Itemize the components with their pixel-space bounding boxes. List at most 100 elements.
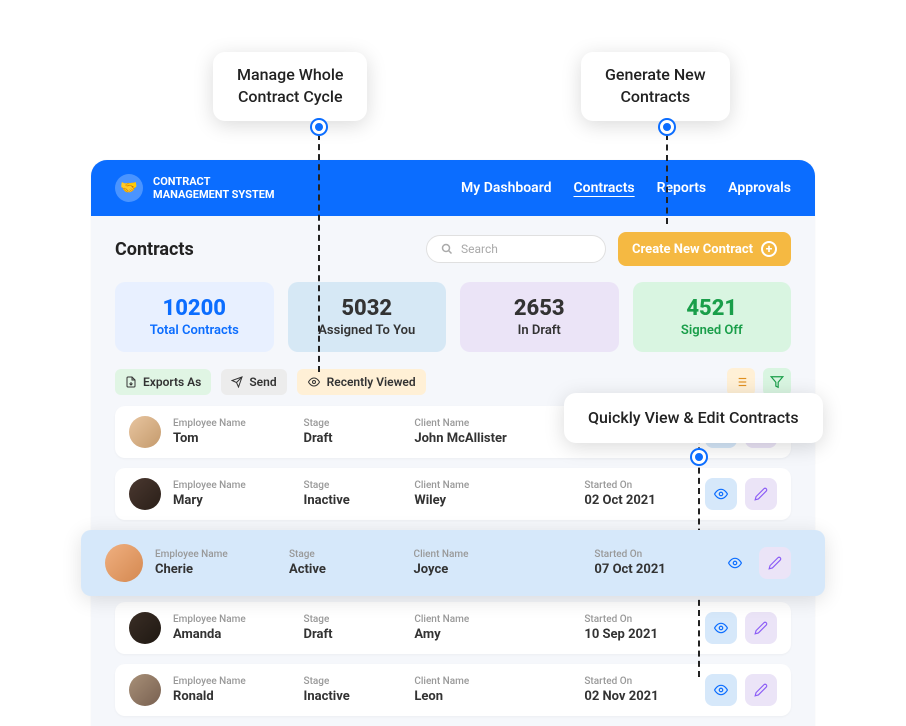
- col-label: Stage: [304, 614, 403, 625]
- col-label: Client Name: [414, 676, 572, 687]
- callout-connector: [666, 134, 668, 224]
- avatar: [105, 544, 143, 582]
- col-label: Employee Name: [173, 676, 292, 687]
- stat-assigned[interactable]: 5032 Assigned To You: [288, 282, 447, 352]
- col-label: Stage: [304, 676, 403, 687]
- callout-manage-cycle: Manage WholeContract Cycle: [213, 52, 367, 121]
- avatar: [129, 674, 161, 706]
- eye-icon: [713, 621, 729, 635]
- col-label: Client Name: [414, 614, 572, 625]
- started-date: 10 Sep 2021: [584, 627, 693, 642]
- col-label: Employee Name: [173, 418, 292, 429]
- search-input[interactable]: Search: [426, 235, 606, 263]
- client-name: Wiley: [414, 493, 572, 508]
- main-nav: My Dashboard Contracts Reports Approvals: [461, 180, 791, 196]
- col-label: Employee Name: [173, 480, 292, 491]
- page-title: Contracts: [115, 239, 194, 260]
- chip-label: Exports As: [143, 375, 201, 389]
- stat-label: Total Contracts: [123, 323, 266, 338]
- exports-button[interactable]: Exports As: [115, 369, 211, 395]
- nav-approvals[interactable]: Approvals: [728, 180, 791, 196]
- client-name: Leon: [414, 689, 572, 704]
- table-row-highlighted[interactable]: Employee NameCherie StageActive Client N…: [81, 530, 825, 596]
- brand-line1: CONTRACT: [153, 175, 275, 188]
- stat-in-draft[interactable]: 2653 In Draft: [460, 282, 619, 352]
- stage-value: Inactive: [304, 689, 403, 704]
- view-button[interactable]: [705, 612, 737, 644]
- col-label: Started On: [584, 480, 693, 491]
- table-row[interactable]: Employee NameMary StageInactive Client N…: [115, 468, 791, 520]
- export-icon: [125, 376, 137, 388]
- create-button-label: Create New Contract: [632, 242, 753, 257]
- stat-value: 4521: [641, 296, 784, 321]
- send-icon: [231, 376, 243, 388]
- eye-icon: [713, 487, 729, 501]
- col-label: Started On: [584, 614, 693, 625]
- nav-contracts[interactable]: Contracts: [574, 180, 635, 196]
- employee-name: Amanda: [173, 627, 292, 642]
- pencil-icon: [754, 683, 768, 697]
- table-row[interactable]: Employee Name Amanda Stage Draft Client Na…: [115, 602, 791, 654]
- client-name: John McAllister: [414, 431, 572, 446]
- stats-row: 10200 Total Contracts 5032 Assigned To Y…: [91, 274, 815, 368]
- col-label: Employee Name: [173, 614, 292, 625]
- callout-generate-new: Generate NewContracts: [581, 52, 730, 121]
- stat-total-contracts[interactable]: 10200 Total Contracts: [115, 282, 274, 352]
- col-label: Client Name: [414, 418, 572, 429]
- nav-dashboard[interactable]: My Dashboard: [461, 180, 551, 196]
- stat-value: 2653: [468, 296, 611, 321]
- eye-icon: [307, 376, 321, 388]
- edit-button[interactable]: [745, 478, 777, 510]
- callout-dot: [692, 450, 706, 464]
- create-contract-button[interactable]: Create New Contract +: [618, 232, 791, 266]
- edit-button[interactable]: [759, 547, 791, 579]
- plus-icon: +: [761, 241, 777, 257]
- stat-value: 10200: [123, 296, 266, 321]
- nav-reports[interactable]: Reports: [657, 180, 707, 196]
- stat-label: Assigned To You: [296, 323, 439, 338]
- eye-icon: [727, 556, 743, 570]
- table-row[interactable]: Employee Name Ronald Stage Inactive Client…: [115, 664, 791, 716]
- chip-label: Recently Viewed: [327, 375, 416, 389]
- employee-name: Ronald: [173, 689, 292, 704]
- started-date: 02 Nov 2021: [584, 689, 693, 704]
- search-placeholder: Search: [461, 242, 498, 256]
- callout-dot: [312, 120, 326, 134]
- started-date: 02 Oct 2021: [584, 493, 693, 508]
- view-controls: [727, 368, 791, 396]
- stage-value: Draft: [304, 431, 403, 446]
- edit-button[interactable]: [745, 612, 777, 644]
- col-label: Client Name: [414, 480, 572, 491]
- pencil-icon: [768, 556, 782, 570]
- avatar: [129, 478, 161, 510]
- col-label: Started On: [584, 676, 693, 687]
- view-button[interactable]: [705, 674, 737, 706]
- list-view-button[interactable]: [727, 368, 755, 396]
- pencil-icon: [754, 487, 768, 501]
- send-button[interactable]: Send: [221, 369, 286, 395]
- callout-dot: [660, 120, 674, 134]
- client-name: Joyce: [414, 562, 583, 577]
- page-toolbar: Contracts Search Create New Contract +: [91, 216, 815, 274]
- filter-button[interactable]: [763, 368, 791, 396]
- col-label: Stage: [304, 418, 403, 429]
- client-name: Amy: [414, 627, 572, 642]
- stat-label: In Draft: [468, 323, 611, 338]
- view-button[interactable]: [705, 478, 737, 510]
- stat-signed-off[interactable]: 4521 Signed Off: [633, 282, 792, 352]
- col-label: Client Name: [414, 549, 583, 560]
- stage-value: Inactive: [304, 493, 403, 508]
- employee-name: Tom: [173, 431, 292, 446]
- recently-viewed-button[interactable]: Recently Viewed: [297, 369, 426, 395]
- employee-name: Mary: [173, 493, 292, 508]
- edit-button[interactable]: [745, 674, 777, 706]
- stage-value: Draft: [304, 627, 403, 642]
- app-header: 🤝 CONTRACT MANAGEMENT SYSTEM My Dashboar…: [91, 160, 815, 216]
- contract-list: Employee Name Tom Stage Draft Client Name J…: [91, 406, 815, 716]
- callout-connector: [318, 134, 320, 372]
- stat-label: Signed Off: [641, 323, 784, 338]
- started-date: 07 Oct 2021: [594, 562, 707, 577]
- view-button[interactable]: [719, 547, 751, 579]
- callout-quick-view: Quickly View & Edit Contracts: [564, 393, 823, 443]
- brand-line2: MANAGEMENT SYSTEM: [153, 188, 275, 201]
